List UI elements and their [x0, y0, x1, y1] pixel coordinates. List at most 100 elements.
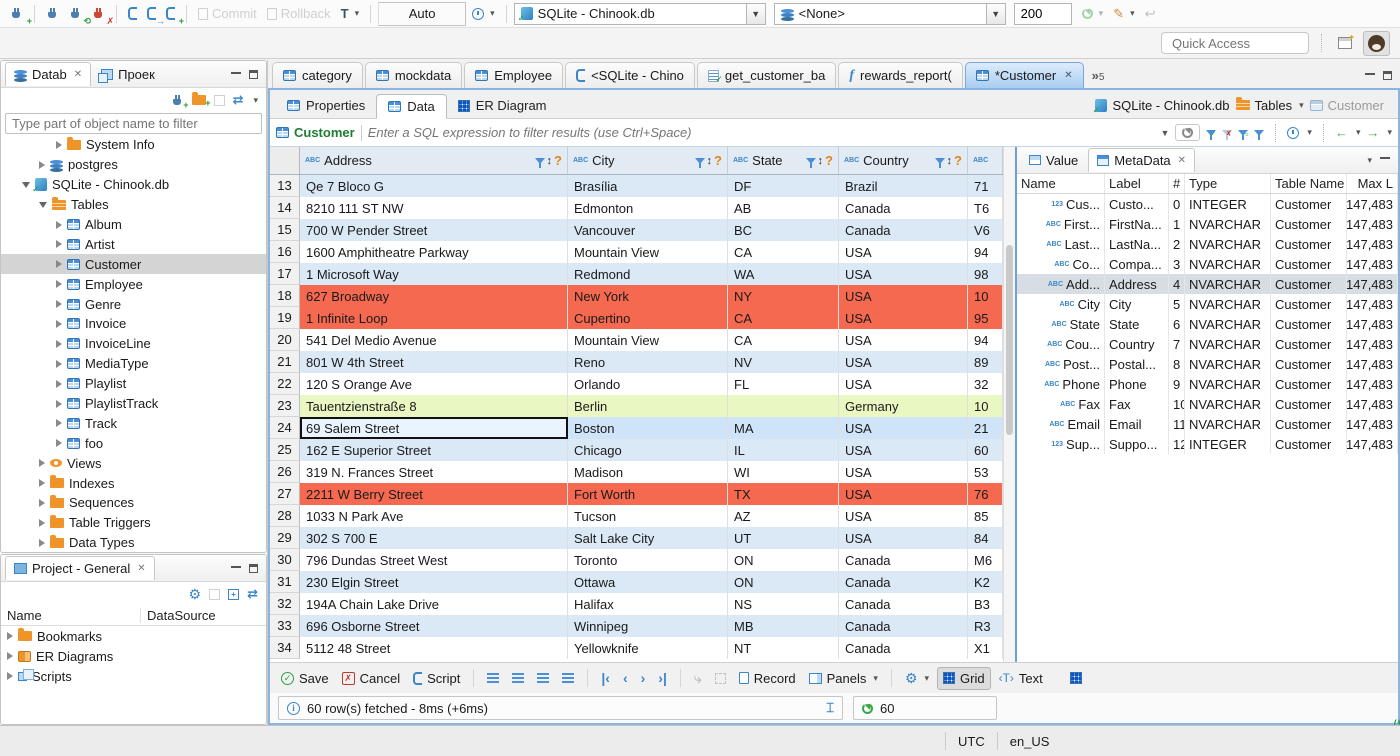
- cell-address[interactable]: 319 N. Frances Street: [300, 461, 568, 483]
- cell-city[interactable]: Mountain View: [568, 241, 728, 263]
- metadata-row[interactable]: ABCCo...Compa...3NVARCHARCustomer2,147,4…: [1017, 254, 1398, 274]
- minimize-icon[interactable]: [1380, 155, 1390, 159]
- cell-city[interactable]: Boston: [568, 417, 728, 439]
- tree-item-tables[interactable]: Tables: [1, 195, 266, 215]
- copy-row-button[interactable]: (+): [532, 670, 1400, 728]
- table-row[interactable]: 15 700 W Pender Street Vancouver BC Canada V6: [270, 219, 1003, 241]
- refresh-box[interactable]: [1175, 124, 1201, 141]
- tree-item-invoiceline[interactable]: InvoiceLine: [1, 334, 266, 354]
- row-number[interactable]: 21: [270, 351, 300, 373]
- cell-postalcode[interactable]: 60: [968, 439, 1003, 461]
- pin-icon[interactable]: ⌶: [826, 700, 834, 716]
- next-row-button[interactable]: ›: [636, 667, 651, 689]
- cell-state[interactable]: UT: [728, 527, 839, 549]
- breadcrumb-entity[interactable]: Customer: [1309, 98, 1384, 113]
- cell-postalcode[interactable]: 94: [968, 329, 1003, 351]
- column-header-address[interactable]: ABC Address ↕?: [300, 147, 568, 174]
- table-row[interactable]: 14 8210 111 ST NW Edmonton AB Canada T6: [270, 197, 1003, 219]
- cell-postalcode[interactable]: 21: [968, 417, 1003, 439]
- column-sort-icon[interactable]: ↕: [947, 155, 953, 167]
- grid-scrollbar[interactable]: [1003, 147, 1015, 662]
- add-row-button[interactable]: +: [507, 670, 1400, 728]
- cell-state[interactable]: NS: [728, 593, 839, 615]
- table-row[interactable]: 13 Qe 7 Bloco G Brasília DF Brazil 71: [270, 175, 1003, 197]
- cell-city[interactable]: Salt Lake City: [568, 527, 728, 549]
- chevron-right-icon[interactable]: [56, 260, 62, 269]
- column-filter-icon[interactable]: [934, 157, 945, 168]
- row-number[interactable]: 26: [270, 461, 300, 483]
- previous-row-button[interactable]: ‹: [618, 667, 633, 689]
- cell-state[interactable]: CA: [728, 307, 839, 329]
- row-number[interactable]: 18: [270, 285, 300, 307]
- cell-city[interactable]: Madison: [568, 461, 728, 483]
- new-folder-icon[interactable]: +: [191, 92, 211, 108]
- sql-editor-button[interactable]: [124, 4, 141, 23]
- cell-postalcode[interactable]: 94: [968, 241, 1003, 263]
- cell-state[interactable]: NV: [728, 351, 839, 373]
- edit-cell-button[interactable]: ✎: [482, 670, 1400, 728]
- link-editor-icon[interactable]: ⇄: [233, 92, 244, 108]
- cell-city[interactable]: Yellowknife: [568, 637, 728, 659]
- cell-postalcode[interactable]: X1: [968, 637, 1003, 659]
- editor-tab-get-customer-ba[interactable]: ✓ get_customer_ba: [696, 62, 837, 88]
- row-number[interactable]: 19: [270, 307, 300, 329]
- tab-value[interactable]: Value: [1021, 149, 1086, 172]
- column-filter-icon[interactable]: [694, 157, 705, 168]
- cell-country[interactable]: USA: [839, 241, 968, 263]
- cell-address[interactable]: 1600 Amphitheatre Parkway: [300, 241, 568, 263]
- cell-postalcode[interactable]: 53: [968, 461, 1003, 483]
- first-row-button[interactable]: |‹: [596, 667, 615, 689]
- tree-item-playlist[interactable]: Playlist: [1, 374, 266, 394]
- cell-city[interactable]: Fort Worth: [568, 483, 728, 505]
- cell-state[interactable]: WA: [728, 263, 839, 285]
- panels-button[interactable]: Panels ▾: [804, 668, 883, 689]
- cell-postalcode[interactable]: 10: [968, 285, 1003, 307]
- metadata-column-[interactable]: #: [1169, 174, 1185, 193]
- chevron-right-icon[interactable]: [56, 399, 62, 408]
- chevron-right-icon[interactable]: [56, 439, 62, 448]
- cell-address[interactable]: 230 Elgin Street: [300, 571, 568, 593]
- tree-item-employee[interactable]: Employee: [1, 274, 266, 294]
- cell-state[interactable]: WI: [728, 461, 839, 483]
- cell-address[interactable]: 194A Chain Lake Drive: [300, 593, 568, 615]
- maximize-icon[interactable]: [249, 69, 258, 79]
- row-number[interactable]: 30: [270, 549, 300, 571]
- undo-button[interactable]: ↩: [1141, 3, 1160, 25]
- row-number[interactable]: 22: [270, 373, 300, 395]
- metadata-column-max-l[interactable]: Max L: [1347, 174, 1398, 193]
- cell-state[interactable]: ON: [728, 549, 839, 571]
- metadata-row[interactable]: ABCPhonePhone9NVARCHARCustomer2,147,483: [1017, 374, 1398, 394]
- grid-settings-button[interactable]: ⚙ ▾: [900, 668, 934, 688]
- expand-all-icon[interactable]: +: [228, 588, 240, 600]
- cell-postalcode[interactable]: M6: [968, 549, 1003, 571]
- minimize-icon[interactable]: [1365, 71, 1375, 75]
- breadcrumb-connection[interactable]: SQLite - Chinook.db: [1092, 98, 1229, 116]
- disconnect-button[interactable]: ✗: [88, 4, 114, 26]
- chevron-right-icon[interactable]: [7, 672, 13, 680]
- editor-tab-sqlite-chino[interactable]: <SQLite - Chino: [565, 62, 695, 88]
- grid-view-button[interactable]: Grid: [937, 666, 991, 690]
- tab-project-general[interactable]: Project - General ✕: [5, 556, 155, 580]
- editor-tab-customer[interactable]: *Customer ✕: [964, 62, 1084, 88]
- metadata-row[interactable]: 123Sup...Suppo...12INTEGERCustomer2,147,…: [1017, 434, 1398, 454]
- tree-item-system-info[interactable]: System Info: [1, 135, 266, 155]
- table-row[interactable]: 25 162 E Superior Street Chicago IL USA 60: [270, 439, 1003, 461]
- grid-corner[interactable]: [270, 147, 300, 174]
- cell-address[interactable]: 801 W 4th Street: [300, 351, 568, 373]
- row-number[interactable]: 25: [270, 439, 300, 461]
- row-number[interactable]: 15: [270, 219, 300, 241]
- cell-city[interactable]: Cupertino: [568, 307, 728, 329]
- text-view-button[interactable]: ‹T› Text: [994, 668, 1048, 689]
- column-header-partial[interactable]: ABC: [968, 147, 1003, 174]
- table-row[interactable]: 29 302 S 700 E Salt Lake City UT USA 84: [270, 527, 1003, 549]
- chevron-right-icon[interactable]: [56, 419, 62, 428]
- chevron-right-icon[interactable]: [56, 379, 62, 388]
- hidden-tabs-indicator[interactable]: »5: [1092, 68, 1105, 83]
- tab-properties[interactable]: Properties: [276, 93, 376, 118]
- last-row-button[interactable]: ›|: [653, 667, 672, 689]
- maximize-icon[interactable]: [1383, 70, 1392, 80]
- column-sort-icon[interactable]: ↕: [818, 155, 824, 167]
- reconnect-button[interactable]: ⟲: [65, 4, 91, 26]
- cell-country[interactable]: USA: [839, 329, 968, 351]
- cell-state[interactable]: FL: [728, 373, 839, 395]
